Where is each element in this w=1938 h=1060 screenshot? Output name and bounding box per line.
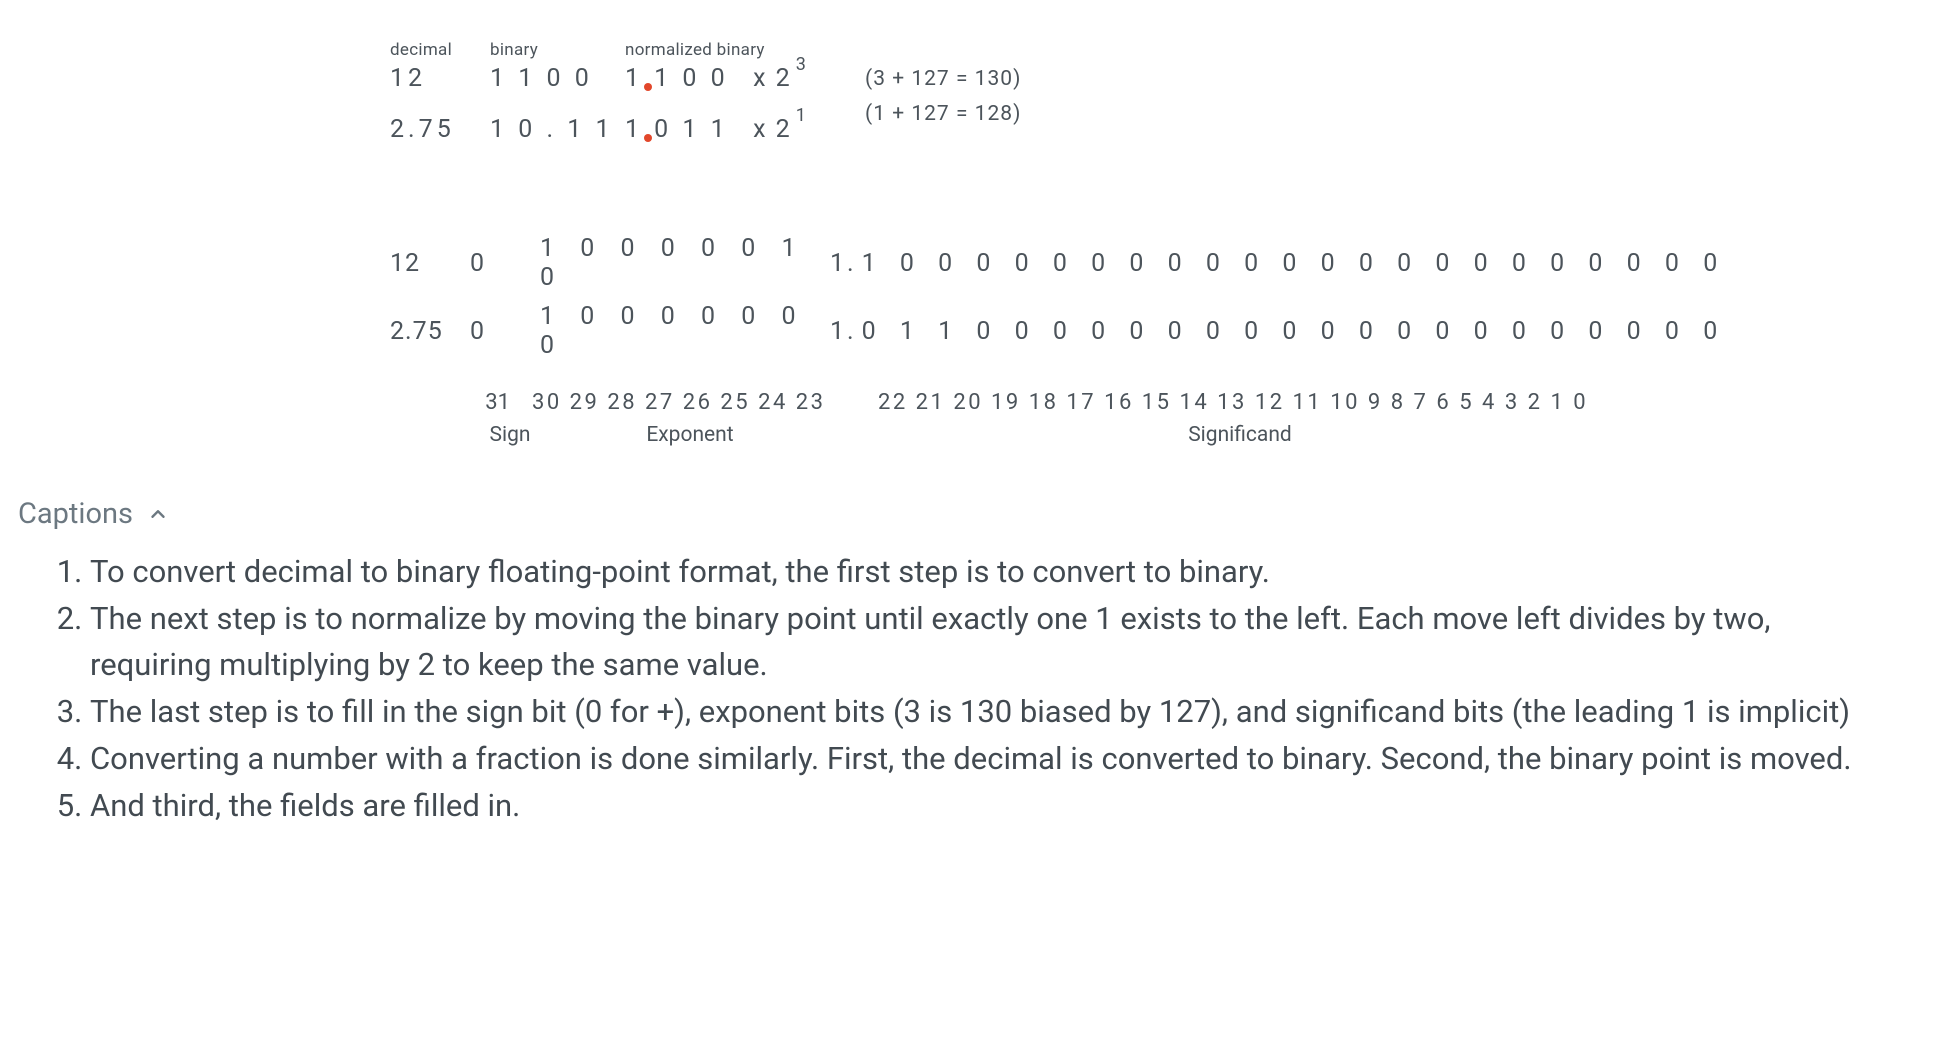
bit-index-exponent: 30 29 28 27 26 25 24 23 — [530, 390, 830, 415]
ieee-row-label: 2.75 — [390, 317, 470, 346]
normalized-leading: 1 — [625, 64, 643, 93]
bit-index-sign: 31 — [450, 390, 530, 415]
col-header-decimal: decimal — [390, 40, 490, 60]
ieee-row-label: 12 — [390, 249, 470, 278]
field-label-mantissa: Significand — [820, 423, 1520, 447]
chevron-up-icon — [147, 503, 169, 525]
bias-note: (3 + 127 = 130) — [865, 67, 1021, 91]
exponent-bits: 1 0 0 0 0 0 1 0 — [540, 234, 830, 292]
implicit-leading-one: 1. — [830, 249, 857, 278]
exponent-superscript: 1 — [796, 105, 807, 126]
field-label-sign: Sign — [440, 423, 560, 447]
caption-item: The next step is to normalize by moving … — [90, 596, 1898, 687]
normalized-fraction: 1 0 0 — [654, 64, 729, 93]
normalized-fraction: 0 1 1 — [654, 115, 729, 144]
conversion-figure: decimal binary normalized binary 12 1 1 … — [0, 0, 1938, 174]
captions-toggle[interactable]: Captions — [0, 471, 1938, 549]
binary-point-icon — [644, 134, 652, 142]
binary-value: 1 0 . 1 1 — [490, 115, 625, 144]
mantissa-bits: 0 1 1 0 0 0 0 0 0 0 0 0 0 0 0 0 0 0 0 0 … — [862, 317, 1727, 346]
ieee754-figure: 12 0 1 0 0 0 0 0 1 0 1.1 0 0 0 0 0 0 0 0… — [0, 174, 1938, 471]
exponent-base: x 2 — [753, 64, 792, 93]
decimal-value: 12 — [390, 64, 490, 93]
caption-item: The last step is to fill in the sign bit… — [90, 689, 1898, 734]
sign-bit: 0 — [470, 249, 540, 278]
col-header-binary: binary — [490, 40, 625, 60]
field-label-exponent: Exponent — [560, 423, 820, 447]
mantissa-bits: 1 0 0 0 0 0 0 0 0 0 0 0 0 0 0 0 0 0 0 0 … — [862, 249, 1727, 278]
bit-index-mantissa: 22 21 20 19 18 17 16 15 14 13 12 11 10 9… — [830, 390, 1588, 415]
col-header-normalized: normalized binary — [625, 40, 865, 60]
captions-title: Captions — [18, 497, 133, 531]
exponent-base: x 2 — [753, 115, 792, 144]
caption-item: To convert decimal to binary floating-po… — [90, 549, 1898, 594]
implicit-leading-one: 1. — [830, 317, 857, 346]
exponent-bits: 1 0 0 0 0 0 0 0 — [540, 302, 830, 360]
decimal-value: 2.75 — [390, 115, 490, 144]
binary-value: 1 1 0 0 — [490, 64, 625, 93]
exponent-superscript: 3 — [796, 54, 807, 75]
caption-item: And third, the fields are filled in. — [90, 783, 1898, 828]
caption-item: Converting a number with a fraction is d… — [90, 736, 1898, 781]
bias-note: (1 + 127 = 128) — [865, 102, 1021, 126]
binary-point-icon — [644, 83, 652, 91]
sign-bit: 0 — [470, 317, 540, 346]
captions-list: To convert decimal to binary floating-po… — [0, 549, 1938, 871]
normalized-leading: 1 — [625, 115, 643, 144]
